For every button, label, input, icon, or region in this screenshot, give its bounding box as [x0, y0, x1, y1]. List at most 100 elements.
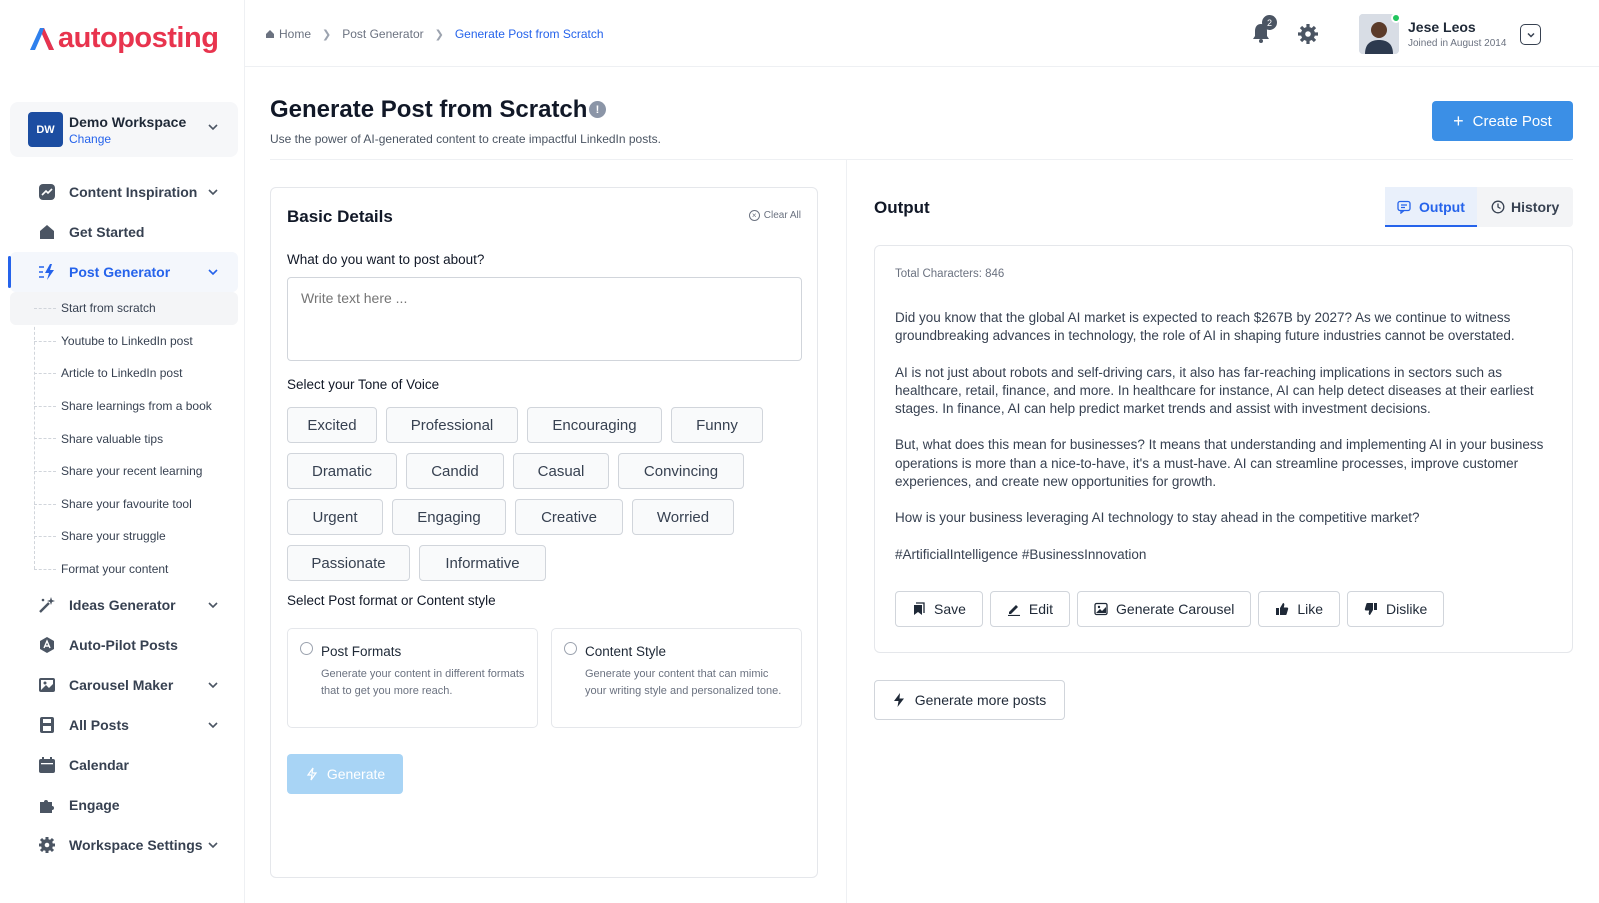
tab-history-label: History: [1511, 199, 1560, 215]
submenu-item[interactable]: Share learnings from a book: [10, 390, 238, 423]
chevron-down-icon: [208, 722, 218, 729]
tone-option[interactable]: Informative: [419, 545, 546, 581]
breadcrumb-current: Generate Post from Scratch: [454, 27, 604, 41]
content-style-option[interactable]: Content Style Generate your content that…: [551, 628, 802, 728]
post-formats-option[interactable]: Post Formats Generate your content in di…: [287, 628, 538, 728]
divider: [270, 159, 1573, 160]
workspace-change-link[interactable]: Change: [69, 132, 186, 146]
tone-option[interactable]: Urgent: [287, 499, 383, 535]
brand-logo[interactable]: autoposting: [28, 22, 219, 55]
sidebar-item-label: Carousel Maker: [69, 677, 174, 694]
sidebar-item-engage[interactable]: Engage: [10, 785, 238, 825]
tone-option[interactable]: Passionate: [287, 545, 410, 581]
chat-icon: [1397, 200, 1411, 214]
gear-icon[interactable]: [1297, 23, 1319, 45]
breadcrumb-parent[interactable]: Post Generator: [342, 27, 423, 41]
submenu-item[interactable]: Share your favourite tool: [10, 488, 238, 521]
tone-option[interactable]: Encouraging: [527, 407, 662, 443]
bookmark-icon: [914, 602, 925, 615]
dislike-button[interactable]: Dislike: [1347, 591, 1445, 627]
format-label: Select Post format or Content style: [287, 593, 496, 608]
generate-label: Generate: [326, 766, 386, 782]
character-count: Total Characters: 846: [895, 268, 1005, 280]
chart-icon: [38, 183, 56, 201]
thumbs-down-icon: [1364, 603, 1378, 615]
generate-more-posts-button[interactable]: Generate more posts: [874, 680, 1065, 720]
submenu-item[interactable]: Share your struggle: [10, 520, 238, 553]
user-menu-dropdown[interactable]: [1520, 24, 1541, 45]
tone-option[interactable]: Funny: [671, 407, 763, 443]
sidebar-item-auto-pilot-posts[interactable]: Auto-Pilot Posts: [10, 625, 238, 665]
generate-more-label: Generate more posts: [914, 692, 1047, 708]
gear-icon: [38, 836, 56, 854]
breadcrumb-home[interactable]: Home: [279, 27, 311, 41]
tone-option[interactable]: Engaging: [392, 499, 506, 535]
generated-post-text[interactable]: Did you know that the global AI market i…: [895, 309, 1560, 582]
submenu-item[interactable]: Youtube to LinkedIn post: [10, 325, 238, 358]
submenu-item[interactable]: Article to LinkedIn post: [10, 357, 238, 390]
autopilot-icon: [38, 636, 56, 654]
sidebar-item-label: Workspace Settings: [69, 837, 203, 854]
close-icon: ×: [748, 210, 760, 221]
topic-input[interactable]: [287, 277, 802, 361]
create-post-button[interactable]: + Create Post: [1432, 101, 1573, 141]
sidebar-item-post-generator[interactable]: Post Generator: [8, 252, 238, 292]
chevron-down-icon: [208, 842, 218, 849]
tone-option[interactable]: Convincing: [618, 453, 744, 489]
clock-icon: [1491, 200, 1505, 214]
save-label: Save: [934, 601, 966, 617]
breadcrumb: Home ❯ Post Generator ❯ Generate Post fr…: [265, 27, 604, 41]
generate-button[interactable]: Generate: [287, 754, 403, 794]
chevron-down-icon: [208, 682, 218, 689]
sidebar-item-label: Ideas Generator: [69, 597, 176, 614]
online-status-dot: [1391, 13, 1401, 23]
sidebar-item-all-posts[interactable]: All Posts: [10, 705, 238, 745]
save-button[interactable]: Save: [895, 591, 983, 627]
tone-options: Excited Professional Encouraging Funny D…: [287, 407, 807, 591]
tone-option[interactable]: Worried: [632, 499, 734, 535]
image-icon: [38, 676, 56, 694]
pencil-icon: [1007, 605, 1020, 616]
radio-button[interactable]: [300, 642, 313, 655]
sidebar-nav: Content Inspiration Get Started Post Gen…: [0, 172, 245, 865]
sidebar-item-carousel-maker[interactable]: Carousel Maker: [10, 665, 238, 705]
submenu-item[interactable]: Start from scratch: [10, 292, 238, 325]
tone-option[interactable]: Casual: [513, 453, 609, 489]
tone-option[interactable]: Professional: [386, 407, 518, 443]
post-paragraph: Did you know that the global AI market i…: [895, 310, 1515, 344]
submenu-item[interactable]: Share your recent learning: [10, 455, 238, 488]
workspace-switcher[interactable]: DW Demo Workspace Change: [10, 102, 238, 157]
tone-option[interactable]: Excited: [287, 407, 377, 443]
submenu-item[interactable]: Format your content: [10, 553, 238, 586]
lightning-icon: [38, 263, 56, 281]
clear-all-button[interactable]: × Clear All: [748, 210, 801, 221]
sidebar-item-content-inspiration[interactable]: Content Inspiration: [10, 172, 238, 212]
brand-name: autoposting: [58, 22, 219, 54]
sidebar-item-calendar[interactable]: Calendar: [10, 745, 238, 785]
magic-wand-icon: [38, 596, 56, 614]
edit-button[interactable]: Edit: [989, 591, 1071, 627]
sidebar-item-label: Engage: [69, 797, 120, 814]
tab-history[interactable]: History: [1485, 187, 1573, 227]
sidebar-item-workspace-settings[interactable]: Workspace Settings: [10, 825, 238, 865]
sidebar-item-get-started[interactable]: Get Started: [10, 212, 238, 252]
submenu-item[interactable]: Share valuable tips: [10, 422, 238, 455]
like-button[interactable]: Like: [1258, 591, 1341, 627]
info-icon[interactable]: !: [589, 101, 606, 118]
chevron-right-icon: ❯: [434, 28, 444, 41]
tone-option[interactable]: Creative: [515, 499, 623, 535]
option-title: Content Style: [585, 644, 667, 659]
tab-output[interactable]: Output: [1385, 187, 1477, 227]
generate-carousel-label: Generate Carousel: [1116, 601, 1235, 617]
chevron-down-icon: [208, 124, 218, 131]
page-subtitle: Use the power of AI-generated content to…: [270, 132, 661, 146]
chevron-down-icon: [208, 269, 218, 276]
tone-option[interactable]: Candid: [406, 453, 504, 489]
radio-button[interactable]: [564, 642, 577, 655]
create-post-label: Create Post: [1472, 112, 1552, 130]
generate-carousel-button[interactable]: Generate Carousel: [1077, 591, 1252, 627]
output-card: Total Characters: 846 Did you know that …: [874, 245, 1573, 653]
sidebar: autoposting DW Demo Workspace Change Con…: [0, 0, 245, 903]
tone-option[interactable]: Dramatic: [287, 453, 397, 489]
sidebar-item-ideas-generator[interactable]: Ideas Generator: [10, 585, 238, 625]
